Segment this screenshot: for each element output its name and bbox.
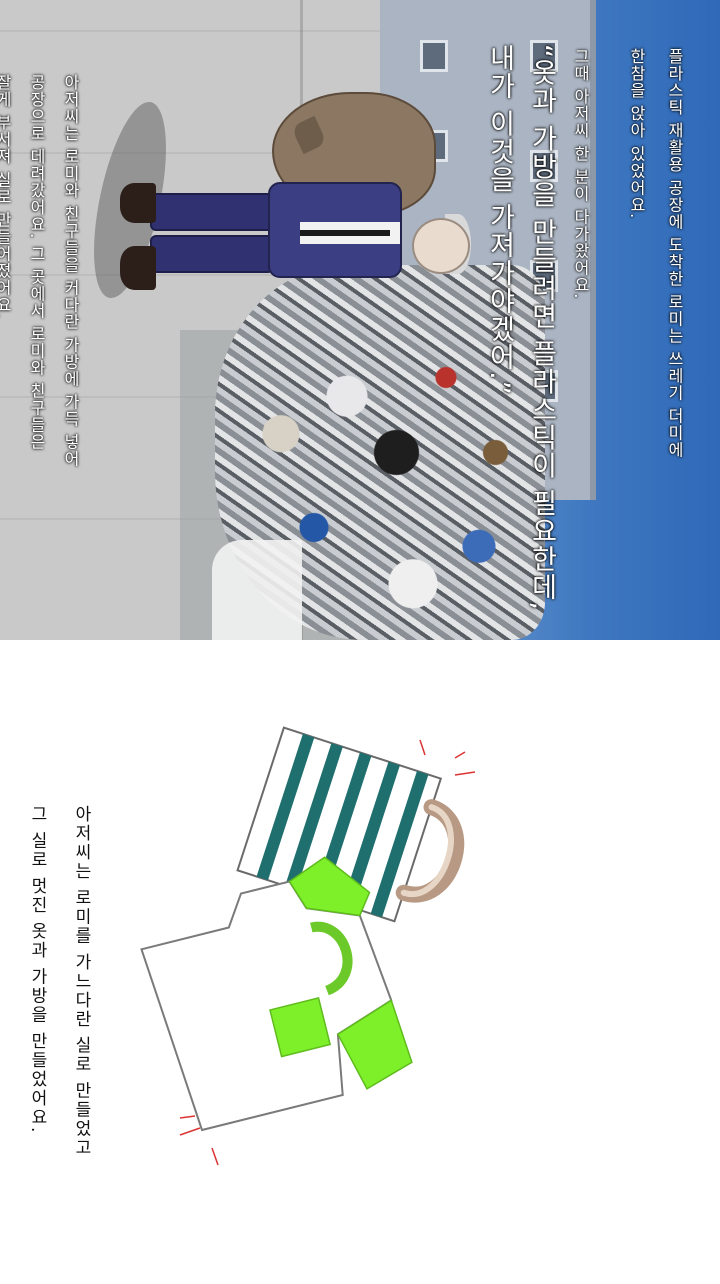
man-head [412, 218, 470, 274]
caption-line-2: 그 실로 멋진 옷과 가방을 만들었어요. [27, 805, 47, 1135]
man-leg [150, 193, 274, 231]
scene-panel: 플라스틱 재활용 공장에 도착한 로미는 쓰레기 더미에 한참을 앉아 있었어요… [0, 0, 720, 640]
man-leg [150, 235, 274, 273]
narration-line-5: 공장으로 데려갔어요. 그 곳에서 로미와 친구들은 [27, 74, 46, 451]
dialogue-line-2: 내가 이것을 가져가야겠어.” [484, 44, 515, 396]
caption-line-1: 아저씨는 로미를 가느다란 실로 만들었고 [71, 805, 91, 1158]
plastic-bag [212, 540, 302, 640]
man-shoe [120, 183, 156, 223]
dialogue-line-1: “옷과 가방을 만들려면 플라스틱이 필요한데, [526, 44, 557, 611]
narration-line-1: 플라스틱 재활용 공장에 도착한 로미는 쓰레기 더미에 [665, 48, 684, 459]
narration-line-6: 잘게 부서져 실로 만들어졌어요. [0, 74, 12, 320]
man-tie [300, 230, 390, 236]
illustration-panel: 아저씨는 로미를 가느다란 실로 만들었고 그 실로 멋진 옷과 가방을 만들었… [0, 640, 720, 1280]
man-shoe [120, 246, 156, 290]
narration-line-3: 그때 아저씨 한 분이 다가왔어요. [571, 48, 590, 300]
narration-line-2: 한참을 앉아 있었어요. [627, 48, 646, 220]
clothes-drawing [140, 726, 476, 1166]
narration-line-4: 아저씨는 로미와 친구들을 커다란 가방에 가득 넣어 [61, 74, 80, 468]
